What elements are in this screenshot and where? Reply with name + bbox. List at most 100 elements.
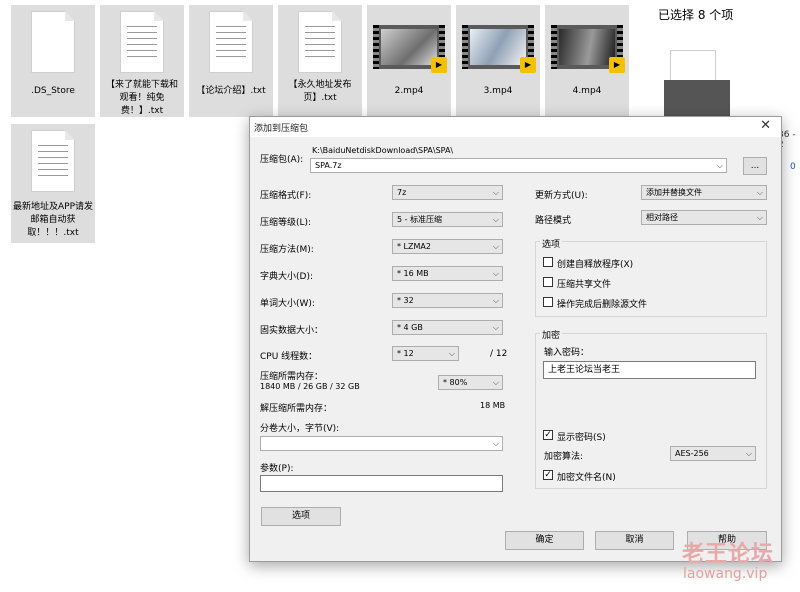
show-password-checkbox[interactable]: ✓ — [543, 430, 553, 440]
encrypt-method-select[interactable]: AES-256 ⌵ — [670, 446, 756, 461]
file-tile-txt[interactable]: 最新地址及APP请发邮箱自动获取！！！.txt — [11, 124, 95, 243]
file-tile-txt[interactable]: 【永久地址发布页】.txt — [278, 5, 362, 117]
level-select[interactable]: 5 - 标准压缩 ⌵ — [392, 212, 503, 227]
cpu-label: CPU 线程数： — [260, 352, 318, 362]
params-input[interactable] — [260, 475, 503, 492]
ok-button[interactable]: 确定 — [505, 531, 584, 550]
browse-button[interactable]: ... — [743, 157, 767, 175]
split-combo[interactable]: ⌵ — [260, 436, 503, 451]
chevron-down-icon: ⌵ — [492, 269, 499, 278]
file-name: 3.mp4 — [483, 86, 513, 96]
solid-value: * 4 GB — [397, 323, 423, 332]
cpu-max: / 12 — [490, 349, 508, 359]
chevron-down-icon: ⌵ — [716, 161, 723, 170]
file-name: 2.mp4 — [394, 86, 424, 96]
dialog-titlebar: 添加到压缩包 ✕ — [250, 117, 781, 137]
file-tile-txt[interactable]: 【论坛介绍】.txt — [189, 5, 273, 117]
chevron-down-icon: ⌵ — [756, 188, 763, 197]
close-icon[interactable]: ✕ — [760, 118, 771, 133]
archive-name-combo[interactable]: SPA.7z ⌵ — [310, 158, 727, 173]
details-fragment: 0 — [790, 162, 796, 172]
path-mode-label: 路径模式 — [535, 216, 572, 226]
shared-label: 压缩共享文件 — [557, 280, 612, 290]
mem-decomp-label: 解压缩所需内存： — [260, 404, 333, 414]
options-button[interactable]: 选项 — [261, 507, 341, 526]
params-label: 参数(P): — [260, 464, 294, 474]
format-label: 压缩格式(F): — [260, 191, 312, 201]
text-document-icon — [31, 130, 75, 192]
dialog-title: 添加到压缩包 — [254, 124, 309, 134]
method-select[interactable]: * LZMA2 ⌵ — [392, 239, 503, 254]
update-value: 添加并替换文件 — [646, 188, 702, 197]
mem-percent-select[interactable]: * 80% ⌵ — [438, 375, 503, 390]
encrypt-names-label: 加密文件名(N) — [557, 473, 616, 483]
file-name: 【来了就能下载和观看！纯免费！】.txt — [105, 80, 178, 116]
solid-select[interactable]: * 4 GB ⌵ — [392, 320, 503, 335]
video-thumbnail-icon: ▶ — [373, 25, 447, 73]
format-select[interactable]: 7z ⌵ — [392, 185, 503, 200]
archive-path: K:\BaiduNetdiskDownload\SPA\SPA\ — [312, 146, 454, 155]
chevron-down-icon: ⌵ — [492, 242, 499, 251]
update-label: 更新方式(U): — [535, 191, 588, 201]
chevron-down-icon: ⌵ — [492, 215, 499, 224]
chevron-down-icon: ⌵ — [492, 296, 499, 305]
text-document-icon — [209, 11, 253, 73]
file-tile-txt[interactable]: 【来了就能下载和观看！纯免费！】.txt — [100, 5, 184, 117]
word-select[interactable]: * 32 ⌵ — [392, 293, 503, 308]
file-tile-ds-store[interactable]: .DS_Store — [11, 5, 95, 117]
watermark-url: laowang.vip — [683, 566, 768, 582]
level-value: 5 - 标准压缩 — [397, 215, 443, 224]
file-name: .DS_Store — [31, 86, 75, 96]
chevron-down-icon: ⌵ — [492, 323, 499, 332]
text-document-icon — [298, 11, 342, 73]
shared-checkbox[interactable] — [543, 277, 553, 287]
mem-decomp-value: 18 MB — [480, 401, 506, 410]
sfx-label: 创建自释放程序(X) — [557, 260, 634, 270]
mem-comp-value: 1840 MB / 26 GB / 32 GB — [260, 382, 360, 391]
file-name: 最新地址及APP请发邮箱自动获取！！！.txt — [13, 202, 94, 238]
player-badge-icon: ▶ — [609, 57, 625, 73]
word-label: 单词大小(W): — [260, 299, 315, 309]
encrypt-method-label: 加密算法: — [544, 452, 584, 462]
player-badge-icon: ▶ — [431, 57, 447, 73]
password-input[interactable]: 上老王论坛当老王 — [543, 361, 756, 379]
method-label: 压缩方法(M): — [260, 245, 314, 255]
video-thumbnail-icon: ▶ — [551, 25, 625, 73]
split-label: 分卷大小，字节(V): — [260, 424, 340, 434]
text-document-icon — [120, 11, 164, 73]
path-mode-value: 相对路径 — [646, 213, 678, 222]
archive-label: 压缩包(A): — [260, 155, 304, 165]
document-icon — [31, 11, 75, 73]
chevron-down-icon: ⌵ — [448, 349, 455, 358]
archive-name-value: SPA.7z — [315, 161, 342, 170]
method-value: * LZMA2 — [397, 242, 431, 251]
level-label: 压缩等级(L): — [260, 218, 312, 228]
file-tile-video[interactable]: ▶ 4.mp4 — [545, 5, 629, 117]
chevron-down-icon: ⌵ — [756, 213, 763, 222]
options-group-title: 选项 — [540, 237, 563, 250]
chevron-down-icon: ⌵ — [492, 188, 499, 197]
dict-value: * 16 MB — [397, 269, 429, 278]
encrypt-method-value: AES-256 — [675, 449, 709, 458]
player-badge-icon: ▶ — [520, 57, 536, 73]
chevron-down-icon: ⌵ — [745, 449, 752, 458]
show-password-label: 显示密码(S) — [557, 433, 606, 443]
cancel-button[interactable]: 取消 — [595, 531, 674, 550]
update-select[interactable]: 添加并替换文件 ⌵ — [641, 185, 767, 200]
delete-checkbox[interactable] — [543, 297, 553, 307]
format-value: 7z — [397, 188, 407, 197]
encrypt-names-checkbox[interactable]: ✓ — [543, 470, 553, 480]
add-to-archive-dialog: 添加到压缩包 ✕ 压缩包(A): K:\BaiduNetdiskDownload… — [249, 116, 782, 562]
mem-percent-value: * 80% — [443, 378, 468, 387]
cpu-select[interactable]: * 12 ⌵ — [392, 346, 459, 361]
path-mode-select[interactable]: 相对路径 ⌵ — [641, 210, 767, 225]
dict-select[interactable]: * 16 MB ⌵ — [392, 266, 503, 281]
file-name: 【永久地址发布页】.txt — [288, 80, 352, 103]
video-thumbnail-icon: ▶ — [462, 25, 536, 73]
file-tile-video[interactable]: ▶ 2.mp4 — [367, 5, 451, 117]
chevron-down-icon: ⌵ — [492, 378, 499, 387]
file-tile-video[interactable]: ▶ 3.mp4 — [456, 5, 540, 117]
cpu-value: * 12 — [397, 349, 414, 358]
sfx-checkbox[interactable] — [543, 257, 553, 267]
selection-count: 已选择 8 个项 — [658, 8, 734, 22]
